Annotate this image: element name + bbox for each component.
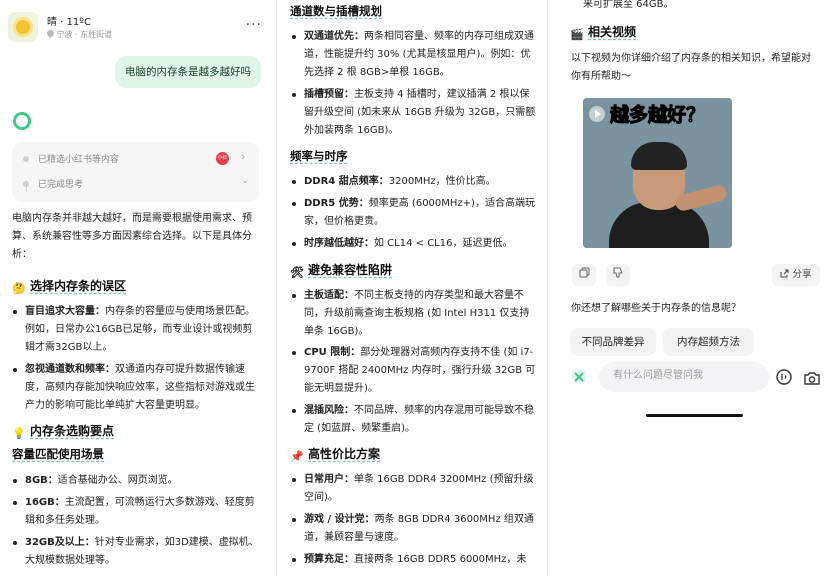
copy-icon bbox=[579, 267, 589, 278]
location-text: 宁波 · 东胜街道 bbox=[47, 29, 112, 40]
dislike-button[interactable] bbox=[606, 264, 630, 286]
sub-heading: 通道数与插槽规划 bbox=[290, 4, 382, 18]
list-item: 8GB：适合基础办公、网页浏览。 bbox=[13, 472, 262, 490]
divider bbox=[276, 0, 277, 576]
video-intro: 以下视频为你详细介绍了内存条的相关知识，希望能对你有所帮助～ bbox=[571, 53, 811, 82]
user-message-bubble: 电脑的内存条是越多越好吗 bbox=[115, 56, 261, 88]
sub-heading: 频率与时序 bbox=[290, 149, 348, 163]
chevron-down-icon: ⌄ bbox=[241, 175, 250, 186]
assistant-avatar-icon bbox=[13, 112, 31, 130]
thinking-face-icon: 🤔 bbox=[12, 282, 26, 295]
list-item: 混插风险：不同品牌、频率的内存混用可能导致不稳定 (如蓝屏、频繁重启)。 bbox=[292, 402, 537, 438]
list-item: 忽视通道数和频率：双通道内存可提升数据传输速度，高频内存能加快响应效率，这些指标… bbox=[13, 361, 262, 415]
left-panel: 晴 · 11ºC 宁波 · 东胜街道 ··· 电脑的内存条是越多越好吗 已精选小… bbox=[0, 0, 274, 576]
camera-icon bbox=[804, 372, 820, 385]
intro-paragraph: 电脑内存条并非越大越好，而是需要根据使用需求、预算、系统兼容性等多方面因素综合选… bbox=[12, 213, 252, 260]
weather-text: 晴 · 11ºC bbox=[47, 17, 91, 28]
video-title: 越多越好？ bbox=[609, 104, 705, 127]
weather-icon bbox=[8, 12, 38, 42]
tools-icon: 🛠 bbox=[290, 266, 304, 279]
right-panel: 来可扩展至 64GB。 🎬 相关视频 以下视频为你详细介绍了内存条的相关知识，希望… bbox=[552, 0, 830, 576]
camera-button[interactable] bbox=[804, 370, 820, 389]
section-heading: 🎬 相关视频 bbox=[570, 25, 637, 41]
section-heading: 🤔 选择内存条的误区 bbox=[12, 279, 127, 295]
top-bar: 晴 · 11ºC 宁波 · 东胜街道 ··· bbox=[8, 10, 268, 44]
more-options-button[interactable]: ··· bbox=[246, 17, 262, 33]
list-item: 主板适配：不同主板支持的内存类型和最大容量不同，升级前需查询主板规格 (如 In… bbox=[292, 287, 537, 341]
status-dot-icon bbox=[23, 156, 29, 162]
share-icon bbox=[780, 269, 789, 278]
xiaohongshu-icon: 小红 bbox=[216, 152, 229, 165]
home-indicator bbox=[646, 414, 743, 417]
list-item: DDR5 优势：频率更高 (6000MHz+)，适合高端玩家，但价格更贵。 bbox=[292, 195, 537, 231]
list-item: 双通道优先：两条相同容量、频率的内存可组成双通道，性能提升约 30% (尤其是核… bbox=[292, 28, 537, 82]
clapperboard-icon: 🎬 bbox=[570, 28, 584, 41]
chat-input[interactable] bbox=[611, 369, 765, 382]
location-pin-icon bbox=[47, 30, 54, 38]
list-item: 插槽预留：主板支持 4 插槽时，建议插满 2 根以保留升级空间 (如未来从 16… bbox=[292, 86, 537, 140]
list-item: 预算充足：直接两条 16GB DDR5 6000MHz，未 bbox=[292, 551, 537, 569]
middle-panel: 通道数与插槽规划 双通道优先：两条相同容量、频率的内存可组成双通道，性能提升约 … bbox=[280, 0, 542, 576]
sub-heading: 容量匹配使用场景 bbox=[12, 447, 104, 461]
list-item: CPU 限制：部分处理器对高频内存支持不佳 (如 i7-9700F 搭配 240… bbox=[292, 344, 537, 398]
section-heading: 🛠 避免兼容性陷阱 bbox=[290, 263, 393, 279]
section-heading: 💡 内存条选购要点 bbox=[12, 424, 115, 440]
list-item: 16GB：主流配置，可流畅运行大多数游戏、轻度剪辑和多任务处理。 bbox=[13, 494, 262, 530]
copy-button[interactable] bbox=[572, 264, 596, 286]
thumbs-down-icon bbox=[613, 267, 623, 278]
status-dot-icon bbox=[23, 181, 29, 187]
followup-question: 你还想了解哪些关于内存条的信息呢？ bbox=[571, 303, 741, 314]
lightbulb-icon: 💡 bbox=[12, 427, 26, 440]
suggestion-chip[interactable]: 内存超频方法 bbox=[663, 328, 754, 356]
status-text: 已精选小红书等内容 bbox=[38, 155, 120, 165]
play-icon[interactable] bbox=[589, 106, 605, 122]
pushpin-icon: 📌 bbox=[290, 450, 304, 463]
suggestion-chip[interactable]: 不同品牌差异 bbox=[570, 328, 656, 356]
share-button[interactable]: 分享 bbox=[772, 264, 820, 286]
status-text: 已完成思考 bbox=[38, 180, 84, 190]
app-logo-icon[interactable] bbox=[572, 369, 586, 383]
list-item: 游戏 / 设计党：两条 8GB DDR4 3600MHz 组双通道，兼顾容量与速… bbox=[292, 511, 537, 547]
list-item: 32GB及以上：针对专业需求，如3D建模、虚拟机、大规模数据处理等。 bbox=[13, 534, 262, 570]
video-thumbnail[interactable]: 越多越好？ bbox=[583, 98, 732, 248]
list-item: 时序越低越好：如 CL14 < CL16，延迟更低。 bbox=[292, 235, 537, 253]
chevron-right-icon: › bbox=[241, 150, 246, 163]
status-row-done[interactable]: 已完成思考 ⌄ bbox=[12, 172, 259, 196]
voice-button[interactable] bbox=[776, 369, 792, 389]
section-heading: 📌 高性价比方案 bbox=[290, 447, 381, 463]
continued-text: 来可扩展至 64GB。 bbox=[583, 0, 674, 10]
chat-input-bar[interactable] bbox=[599, 362, 769, 392]
voice-icon bbox=[776, 369, 792, 385]
list-item: DDR4 甜点频率：3200MHz，性价比高。 bbox=[292, 173, 537, 191]
divider bbox=[547, 0, 548, 576]
thinking-status-card[interactable]: 已精选小红书等内容 小红 › 已完成思考 ⌄ bbox=[12, 142, 259, 202]
status-row-selected[interactable]: 已精选小红书等内容 小红 › bbox=[12, 147, 259, 171]
list-item: 日常用户：单条 16GB DDR4 3200MHz (预留升级空间)。 bbox=[292, 471, 537, 507]
list-item: 盲目追求大容量：内存条的容量应与使用场景匹配。例如，日常办公16GB已足够，而专… bbox=[13, 303, 262, 357]
